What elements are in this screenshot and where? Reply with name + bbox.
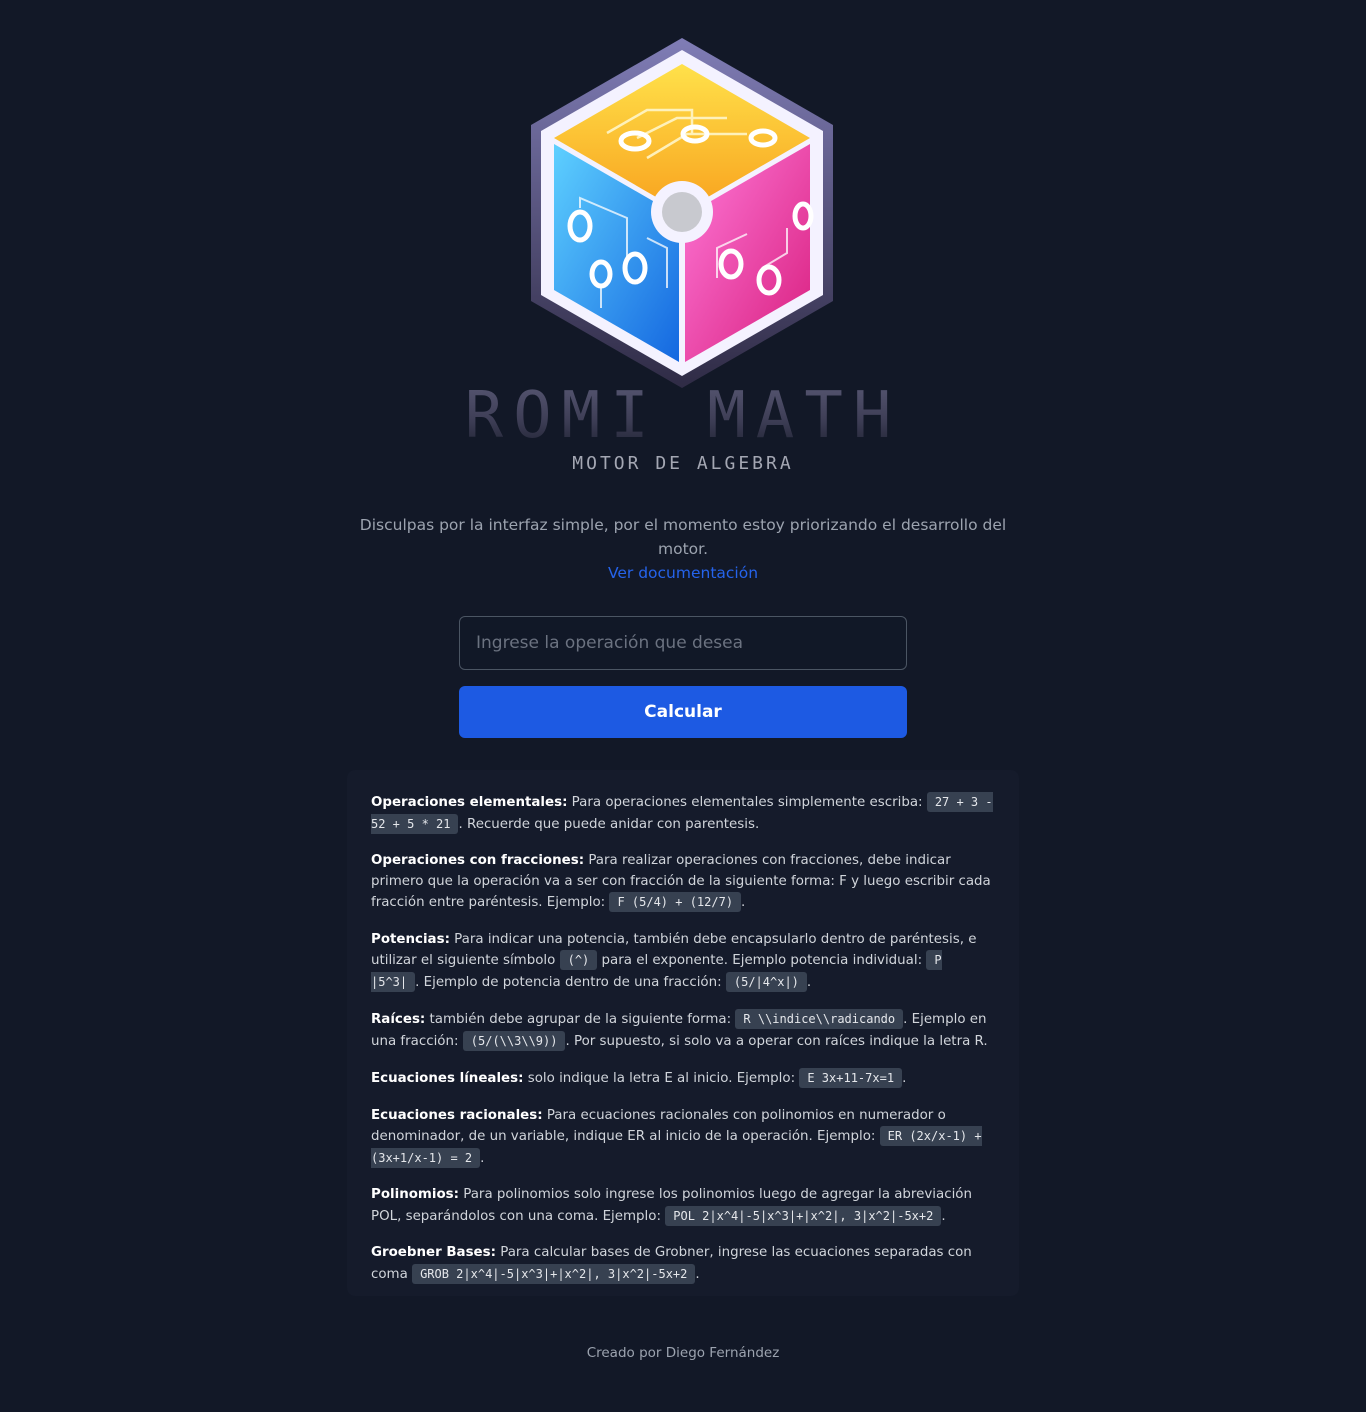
help-text: .: [902, 1071, 907, 1086]
help-text: .: [480, 1150, 485, 1166]
help-item-polinomios: Polinomios: Para polinomios solo ingrese…: [371, 1185, 995, 1227]
help-text: . Por supuesto, si solo va a operar con …: [565, 1033, 988, 1049]
help-text: también debe agrupar de la siguiente for…: [425, 1012, 736, 1027]
help-term: Raíces:: [371, 1012, 426, 1027]
help-text: .: [806, 974, 812, 990]
help-item-racionales: Ecuaciones racionales: Para ecuaciones r…: [371, 1106, 995, 1170]
help-text: solo indique la letra E al inicio. Ejemp…: [523, 1071, 800, 1086]
apology-text: Disculpas por la interfaz simple, por el…: [359, 516, 1007, 558]
brand-title: ROMI MATH: [0, 376, 1366, 456]
help-text: para el exponente. Ejemplo potencia indi…: [597, 953, 927, 968]
header: ROMI MATH MOTOR DE ALGEBRA: [0, 0, 1366, 500]
help-text: . Ejemplo de potencia dentro de una frac…: [415, 974, 726, 990]
dice-cube-logo-icon: [531, 38, 833, 388]
code-example: (^): [559, 950, 598, 970]
help-text: . Recuerde que puede anidar con parentes…: [458, 816, 760, 832]
code-example: POL 2|x^4|-5|x^3|+|x^2|, 3|x^2|-5x+2: [665, 1205, 942, 1226]
help-term: Potencias:: [371, 931, 450, 947]
help-term: Groebner Bases:: [371, 1245, 496, 1260]
help-term: Operaciones elementales:: [371, 795, 568, 810]
help-text: .: [695, 1266, 700, 1282]
help-term: Operaciones con fracciones:: [371, 853, 585, 868]
help-item-elementales: Operaciones elementales: Para operacione…: [371, 792, 995, 835]
brand-subtitle: MOTOR DE ALGEBRA: [572, 453, 794, 474]
help-item-lineales: Ecuaciones líneales: solo indique la let…: [371, 1068, 995, 1090]
help-text: .: [941, 1208, 946, 1224]
documentation-link[interactable]: Ver documentación: [0, 561, 1366, 585]
code-example: R \\indice\\radicando: [735, 1009, 904, 1029]
code-example: E 3x+11-7x=1: [799, 1068, 903, 1088]
footer-credit: Creado por Diego Fernández: [586, 1345, 780, 1361]
help-text: .: [741, 895, 746, 910]
code-example: F (5/4) + (12/7): [609, 892, 742, 912]
help-item-potencias: Potencias: Para indicar una potencia, ta…: [371, 930, 995, 994]
help-term: Ecuaciones racionales:: [371, 1107, 543, 1123]
help-term: Ecuaciones líneales:: [371, 1071, 524, 1086]
help-panel: Operaciones elementales: Para operacione…: [347, 770, 1019, 1296]
operation-input[interactable]: [459, 616, 907, 670]
code-example: (5/|4^x|): [725, 971, 807, 992]
help-item-groebner: Groebner Bases: Para calcular bases de G…: [371, 1243, 995, 1285]
help-term: Polinomios:: [371, 1187, 459, 1202]
help-item-raices: Raíces: también debe agrupar de la sigui…: [371, 1009, 995, 1052]
code-example: (5/(\\3\\9)): [462, 1030, 566, 1051]
calculate-button[interactable]: Calcular: [459, 686, 907, 738]
help-text: Para operaciones elementales simplemente…: [567, 795, 927, 810]
code-example: GROB 2|x^4|-5|x^3|+|x^2|, 3|x^2|-5x+2: [412, 1263, 696, 1284]
help-item-fracciones: Operaciones con fracciones: Para realiza…: [371, 851, 995, 914]
